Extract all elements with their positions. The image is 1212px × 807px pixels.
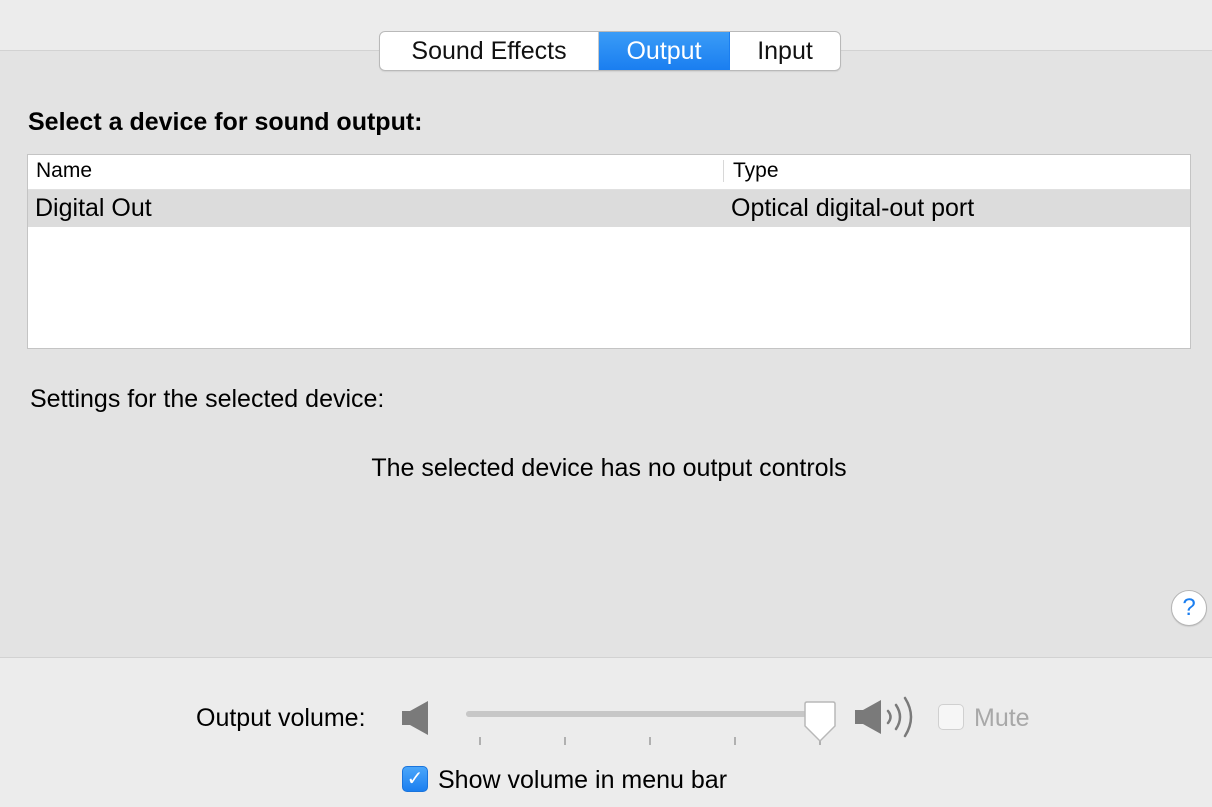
device-type-cell: Optical digital-out port xyxy=(731,194,975,222)
tab-sound-effects[interactable]: Sound Effects xyxy=(380,32,599,70)
show-volume-checkbox[interactable]: ✓ xyxy=(402,766,428,792)
mute-label: Mute xyxy=(974,704,1030,732)
volume-slider-track[interactable] xyxy=(466,711,824,717)
table-header: Name Type xyxy=(28,155,1190,190)
device-table[interactable]: Name Type Digital Out Optical digital-ou… xyxy=(27,154,1191,349)
volume-tick xyxy=(564,737,566,745)
show-volume-label: Show volume in menu bar xyxy=(438,766,728,794)
table-row[interactable]: Digital Out Optical digital-out port xyxy=(28,190,1190,227)
volume-tick xyxy=(649,737,651,745)
speaker-high-icon xyxy=(855,696,913,738)
tab-input[interactable]: Input xyxy=(730,32,840,70)
speaker-low-icon xyxy=(402,701,428,735)
help-button[interactable]: ? xyxy=(1171,590,1207,626)
mute-checkbox[interactable] xyxy=(938,704,964,730)
column-header-name[interactable]: Name xyxy=(36,155,92,189)
volume-tick xyxy=(734,737,736,745)
tab-segmented-control: Sound Effects Output Input xyxy=(379,31,841,71)
section-title: Select a device for sound output: xyxy=(28,108,423,136)
tab-output[interactable]: Output xyxy=(599,32,730,70)
volume-slider-thumb[interactable] xyxy=(803,700,837,744)
no-controls-message: The selected device has no output contro… xyxy=(371,454,847,482)
device-name-cell: Digital Out xyxy=(35,194,152,222)
output-volume-label: Output volume: xyxy=(196,704,366,732)
volume-slider-fill xyxy=(466,711,807,717)
settings-label: Settings for the selected device: xyxy=(30,385,385,413)
column-header-type[interactable]: Type xyxy=(723,160,779,182)
volume-tick xyxy=(479,737,481,745)
